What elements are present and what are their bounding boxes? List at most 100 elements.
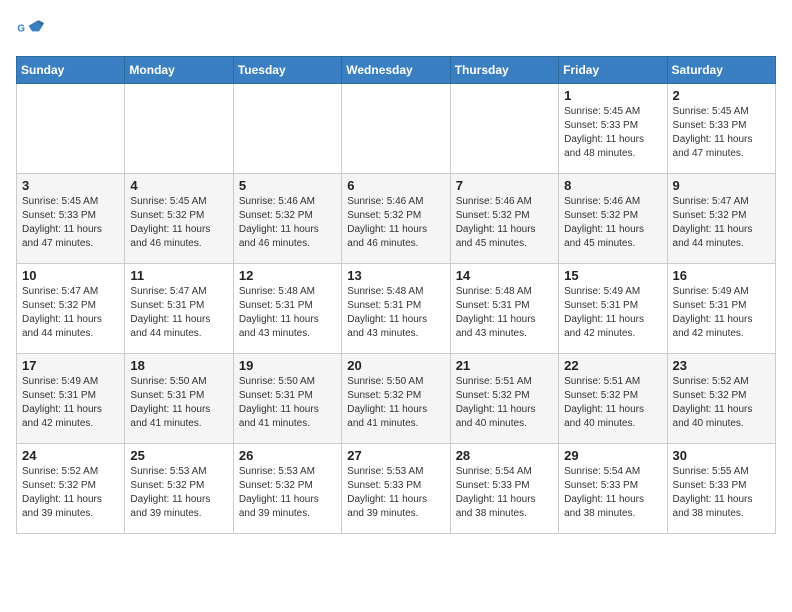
calendar-cell: 15 Sunrise: 5:49 AM Sunset: 5:31 PM Dayli… [559, 264, 667, 354]
day-info: Sunrise: 5:48 AM Sunset: 5:31 PM Dayligh… [347, 285, 444, 341]
day-number: 18 [130, 358, 227, 373]
calendar-cell: 5 Sunrise: 5:46 AM Sunset: 5:32 PM Daylig… [233, 174, 341, 264]
day-number: 20 [347, 358, 444, 373]
calendar-cell: 3 Sunrise: 5:45 AM Sunset: 5:33 PM Daylig… [17, 174, 125, 264]
weekday-header-sunday: Sunday [17, 57, 125, 84]
day-number: 17 [22, 358, 119, 373]
day-number: 22 [564, 358, 661, 373]
calendar-cell [233, 84, 341, 174]
calendar-cell: 26 Sunrise: 5:53 AM Sunset: 5:32 PM Dayli… [233, 444, 341, 534]
day-info: Sunrise: 5:50 AM Sunset: 5:31 PM Dayligh… [130, 375, 227, 431]
calendar-cell: 22 Sunrise: 5:51 AM Sunset: 5:32 PM Dayli… [559, 354, 667, 444]
calendar-cell: 27 Sunrise: 5:53 AM Sunset: 5:33 PM Dayli… [342, 444, 450, 534]
day-number: 12 [239, 268, 336, 283]
calendar-cell: 2 Sunrise: 5:45 AM Sunset: 5:33 PM Daylig… [667, 84, 775, 174]
weekday-header-monday: Monday [125, 57, 233, 84]
svg-text:G: G [17, 23, 25, 34]
calendar-cell: 24 Sunrise: 5:52 AM Sunset: 5:32 PM Dayli… [17, 444, 125, 534]
day-info: Sunrise: 5:46 AM Sunset: 5:32 PM Dayligh… [347, 195, 444, 251]
calendar-cell: 30 Sunrise: 5:55 AM Sunset: 5:33 PM Dayli… [667, 444, 775, 534]
weekday-header-wednesday: Wednesday [342, 57, 450, 84]
day-info: Sunrise: 5:51 AM Sunset: 5:32 PM Dayligh… [456, 375, 553, 431]
day-info: Sunrise: 5:49 AM Sunset: 5:31 PM Dayligh… [22, 375, 119, 431]
day-info: Sunrise: 5:46 AM Sunset: 5:32 PM Dayligh… [564, 195, 661, 251]
day-number: 29 [564, 448, 661, 463]
calendar-table: SundayMondayTuesdayWednesdayThursdayFrid… [16, 56, 776, 534]
day-info: Sunrise: 5:46 AM Sunset: 5:32 PM Dayligh… [239, 195, 336, 251]
day-number: 19 [239, 358, 336, 373]
day-number: 3 [22, 178, 119, 193]
weekday-header-thursday: Thursday [450, 57, 558, 84]
day-info: Sunrise: 5:54 AM Sunset: 5:33 PM Dayligh… [564, 465, 661, 521]
page-header: G [16, 16, 776, 44]
calendar-cell: 11 Sunrise: 5:47 AM Sunset: 5:31 PM Dayli… [125, 264, 233, 354]
calendar-cell: 23Sunrise: 5:52 AM Sunset: 5:32 PM Dayli… [667, 354, 775, 444]
day-info: Sunrise: 5:46 AM Sunset: 5:32 PM Dayligh… [456, 195, 553, 251]
calendar-cell: 28Sunrise: 5:54 AM Sunset: 5:33 PM Dayli… [450, 444, 558, 534]
day-number: 2 [673, 88, 770, 103]
day-number: 15 [564, 268, 661, 283]
calendar-cell: 18 Sunrise: 5:50 AM Sunset: 5:31 PM Dayli… [125, 354, 233, 444]
day-info: Sunrise: 5:55 AM Sunset: 5:33 PM Dayligh… [673, 465, 770, 521]
day-info: Sunrise: 5:53 AM Sunset: 5:32 PM Dayligh… [130, 465, 227, 521]
day-number: 7 [456, 178, 553, 193]
day-info: Sunrise: 5:49 AM Sunset: 5:31 PM Dayligh… [673, 285, 770, 341]
day-info: Sunrise: 5:45 AM Sunset: 5:33 PM Dayligh… [673, 105, 770, 161]
day-info: Sunrise: 5:53 AM Sunset: 5:33 PM Dayligh… [347, 465, 444, 521]
weekday-header-friday: Friday [559, 57, 667, 84]
calendar-cell: 12 Sunrise: 5:48 AM Sunset: 5:31 PM Dayli… [233, 264, 341, 354]
calendar-cell: 16 Sunrise: 5:49 AM Sunset: 5:31 PM Dayli… [667, 264, 775, 354]
day-info: Sunrise: 5:45 AM Sunset: 5:33 PM Dayligh… [564, 105, 661, 161]
day-info: Sunrise: 5:48 AM Sunset: 5:31 PM Dayligh… [456, 285, 553, 341]
calendar-cell: 6Sunrise: 5:46 AM Sunset: 5:32 PM Daylig… [342, 174, 450, 264]
calendar-cell [450, 84, 558, 174]
day-number: 16 [673, 268, 770, 283]
logo: G [16, 16, 46, 44]
day-number: 28 [456, 448, 553, 463]
calendar-cell: 13 Sunrise: 5:48 AM Sunset: 5:31 PM Dayli… [342, 264, 450, 354]
day-info: Sunrise: 5:53 AM Sunset: 5:32 PM Dayligh… [239, 465, 336, 521]
calendar-cell: 21Sunrise: 5:51 AM Sunset: 5:32 PM Dayli… [450, 354, 558, 444]
calendar-cell: 25 Sunrise: 5:53 AM Sunset: 5:32 PM Dayli… [125, 444, 233, 534]
day-info: Sunrise: 5:47 AM Sunset: 5:32 PM Dayligh… [673, 195, 770, 251]
day-info: Sunrise: 5:48 AM Sunset: 5:31 PM Dayligh… [239, 285, 336, 341]
day-info: Sunrise: 5:47 AM Sunset: 5:31 PM Dayligh… [130, 285, 227, 341]
calendar-cell: 1 Sunrise: 5:45 AM Sunset: 5:33 PM Daylig… [559, 84, 667, 174]
day-number: 5 [239, 178, 336, 193]
day-number: 26 [239, 448, 336, 463]
day-number: 14 [456, 268, 553, 283]
day-number: 1 [564, 88, 661, 103]
day-number: 4 [130, 178, 227, 193]
weekday-header-saturday: Saturday [667, 57, 775, 84]
calendar-cell: 14 Sunrise: 5:48 AM Sunset: 5:31 PM Dayli… [450, 264, 558, 354]
calendar-cell [17, 84, 125, 174]
day-info: Sunrise: 5:47 AM Sunset: 5:32 PM Dayligh… [22, 285, 119, 341]
calendar-cell: 17 Sunrise: 5:49 AM Sunset: 5:31 PM Dayli… [17, 354, 125, 444]
day-number: 9 [673, 178, 770, 193]
logo-icon: G [16, 16, 44, 44]
calendar-cell: 10 Sunrise: 5:47 AM Sunset: 5:32 PM Dayli… [17, 264, 125, 354]
day-number: 24 [22, 448, 119, 463]
day-number: 13 [347, 268, 444, 283]
day-number: 25 [130, 448, 227, 463]
calendar-cell: 20 Sunrise: 5:50 AM Sunset: 5:32 PM Dayli… [342, 354, 450, 444]
day-info: Sunrise: 5:52 AM Sunset: 5:32 PM Dayligh… [22, 465, 119, 521]
day-number: 10 [22, 268, 119, 283]
day-info: Sunrise: 5:51 AM Sunset: 5:32 PM Dayligh… [564, 375, 661, 431]
day-number: 30 [673, 448, 770, 463]
calendar-cell: 7 Sunrise: 5:46 AM Sunset: 5:32 PM Daylig… [450, 174, 558, 264]
calendar-cell [125, 84, 233, 174]
day-info: Sunrise: 5:50 AM Sunset: 5:31 PM Dayligh… [239, 375, 336, 431]
day-info: Sunrise: 5:45 AM Sunset: 5:33 PM Dayligh… [22, 195, 119, 251]
calendar-cell: 4 Sunrise: 5:45 AM Sunset: 5:32 PM Daylig… [125, 174, 233, 264]
calendar-cell: 8Sunrise: 5:46 AM Sunset: 5:32 PM Daylig… [559, 174, 667, 264]
day-number: 11 [130, 268, 227, 283]
calendar-cell: 19 Sunrise: 5:50 AM Sunset: 5:31 PM Dayli… [233, 354, 341, 444]
calendar-cell [342, 84, 450, 174]
day-info: Sunrise: 5:49 AM Sunset: 5:31 PM Dayligh… [564, 285, 661, 341]
day-number: 27 [347, 448, 444, 463]
day-info: Sunrise: 5:50 AM Sunset: 5:32 PM Dayligh… [347, 375, 444, 431]
day-info: Sunrise: 5:45 AM Sunset: 5:32 PM Dayligh… [130, 195, 227, 251]
day-number: 23 [673, 358, 770, 373]
weekday-header-tuesday: Tuesday [233, 57, 341, 84]
